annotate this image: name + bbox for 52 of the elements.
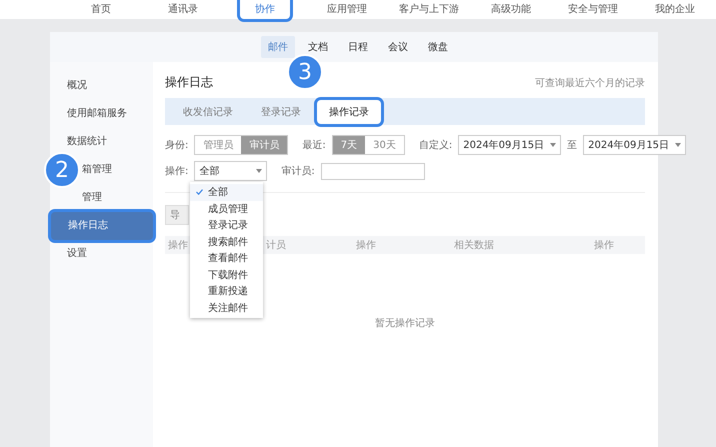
menu-item[interactable]: 全部	[190, 184, 263, 200]
caret-icon	[550, 143, 556, 147]
column-header: 操作	[594, 239, 614, 252]
sidebar-item[interactable]: 管理	[80, 184, 153, 212]
sidebar-item[interactable]: 使用邮箱服务	[50, 100, 153, 128]
tab[interactable]: 会议	[381, 36, 415, 58]
caret-icon	[256, 169, 262, 173]
sidebar-item[interactable]: 设置	[50, 240, 153, 268]
menu-item[interactable]: 成员管理	[190, 200, 263, 217]
column-header: 相关数据	[454, 238, 494, 252]
menu-item[interactable]: 搜索邮件	[190, 234, 263, 250]
tab[interactable]: 收发信记录	[171, 100, 245, 124]
menu-item[interactable]: 登录记录	[190, 217, 263, 234]
operation-select[interactable]: 全部	[194, 161, 268, 181]
separator-text: 至	[567, 139, 578, 152]
date-select[interactable]: 2024年09月15日	[583, 135, 686, 155]
field-label: 审计员:	[281, 164, 315, 178]
menu-item[interactable]: 重新投递	[190, 283, 263, 300]
nav-link[interactable]: 首页	[60, 0, 142, 19]
step-badge: 2	[44, 152, 80, 188]
step-badge: 3	[287, 54, 323, 90]
tab[interactable]: 微盘	[421, 36, 455, 58]
hint-text: 可查询最近六个月的记录	[535, 76, 645, 90]
tab[interactable]: 日程	[341, 36, 375, 58]
field-label: 自定义:	[418, 138, 452, 152]
nav-link[interactable]: 安全与管理	[552, 0, 634, 19]
nav-link[interactable]: 客户与上下游	[388, 0, 470, 19]
auditor-field[interactable]	[320, 162, 425, 180]
column-header: 操作	[356, 239, 376, 252]
empty-message: 暂无操作记录	[375, 316, 435, 330]
nav-link[interactable]: 通讯录	[142, 0, 224, 19]
date-select[interactable]: 2024年09月15日	[458, 135, 562, 155]
tab[interactable]: 登录记录	[249, 100, 313, 124]
column-header: 操作	[168, 239, 188, 252]
tab[interactable]: 操作记录	[317, 100, 381, 124]
column-header: 计员	[266, 238, 286, 252]
page-title: 操作日志	[165, 74, 213, 91]
caret-icon	[675, 143, 682, 147]
sidebar-item[interactable]: 箱管理	[80, 156, 153, 184]
nav-link[interactable]: 高级功能	[470, 0, 552, 19]
check-icon	[196, 189, 203, 196]
menu-item[interactable]: 查看邮件	[190, 250, 263, 266]
sidebar-item[interactable]: 操作日志	[51, 212, 153, 240]
menu-item[interactable]: 下载附件	[190, 266, 263, 283]
field-label: 身份:	[165, 139, 188, 152]
menu-item[interactable]: 关注邮件	[190, 300, 263, 316]
field-label: 最近:	[302, 138, 326, 152]
sidebar-item[interactable]: 概况	[50, 72, 153, 100]
nav-link[interactable]: 协作	[240, 0, 290, 18]
nav-link[interactable]: 应用管理	[306, 0, 388, 19]
field-label: 操作:	[165, 165, 188, 178]
nav-link[interactable]: 我的企业	[634, 0, 716, 19]
